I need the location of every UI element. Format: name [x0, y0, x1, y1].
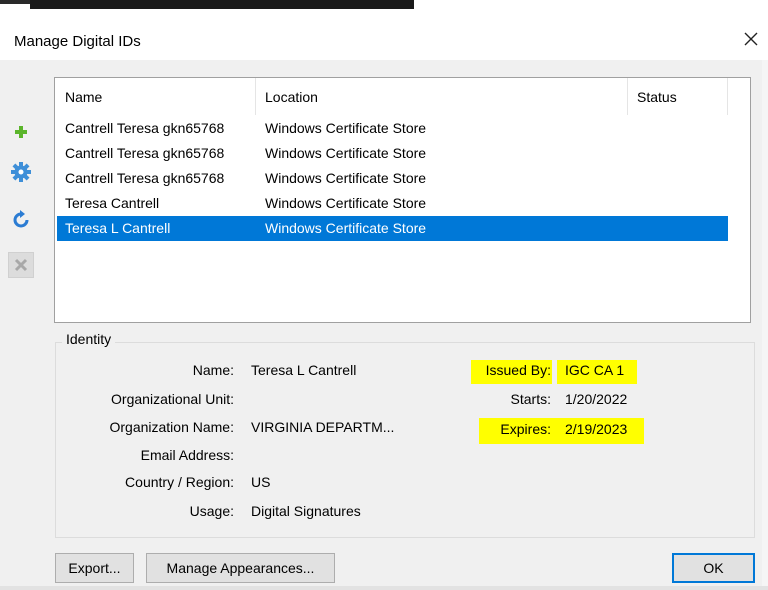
- list-item[interactable]: Cantrell Teresa gkn65768 Windows Certifi…: [57, 116, 728, 141]
- id-name: Cantrell Teresa gkn65768: [65, 170, 225, 186]
- issued-by-label: Issued By:: [485, 362, 551, 378]
- id-name: Cantrell Teresa gkn65768: [65, 145, 225, 161]
- gear-icon: [11, 162, 31, 182]
- add-id-button[interactable]: [8, 119, 34, 145]
- expires-value: 2/19/2023: [565, 421, 628, 437]
- id-name: Teresa Cantrell: [65, 195, 160, 211]
- refresh-icon: [13, 210, 29, 228]
- column-header-location[interactable]: Location: [255, 78, 627, 115]
- name-label: Name:: [192, 362, 234, 378]
- org-name-value: VIRGINIA DEPARTM...: [251, 419, 395, 435]
- country-label: Country / Region:: [125, 474, 234, 490]
- id-location: Windows Certificate Store: [265, 220, 427, 236]
- id-location: Windows Certificate Store: [265, 170, 427, 186]
- dialog-title: Manage Digital IDs: [14, 33, 141, 50]
- list-item[interactable]: Cantrell Teresa gkn65768 Windows Certifi…: [57, 141, 728, 166]
- email-label: Email Address:: [140, 447, 234, 463]
- refresh-button[interactable]: [8, 207, 34, 233]
- export-button[interactable]: Export...: [55, 553, 134, 583]
- org-unit-label: Organizational Unit:: [111, 391, 234, 407]
- digital-id-list[interactable]: Name Location Status Cantrell Teresa gkn…: [54, 77, 751, 323]
- usage-value: Digital Signatures: [251, 503, 361, 519]
- settings-button[interactable]: [8, 159, 34, 185]
- list-item[interactable]: Teresa Cantrell Windows Certificate Stor…: [57, 191, 728, 216]
- starts-value: 1/20/2022: [565, 391, 628, 407]
- close-icon[interactable]: [740, 28, 762, 50]
- identity-group: [55, 342, 755, 538]
- id-location: Windows Certificate Store: [265, 145, 427, 161]
- usage-label: Usage:: [189, 503, 234, 519]
- remove-button[interactable]: [8, 252, 34, 278]
- column-header-status[interactable]: Status: [627, 78, 727, 115]
- list-item-selected[interactable]: Teresa L Cantrell Windows Certificate St…: [57, 216, 728, 241]
- id-location: Windows Certificate Store: [265, 195, 427, 211]
- manage-appearances-button[interactable]: Manage Appearances...: [146, 553, 335, 583]
- id-location: Windows Certificate Store: [265, 120, 427, 136]
- background-window-strip: [0, 0, 768, 14]
- id-name: Cantrell Teresa gkn65768: [65, 120, 225, 136]
- name-value: Teresa L Cantrell: [251, 362, 357, 378]
- ok-button[interactable]: OK: [672, 553, 755, 583]
- list-item[interactable]: Cantrell Teresa gkn65768 Windows Certifi…: [57, 166, 728, 191]
- org-name-label: Organization Name:: [109, 419, 234, 435]
- starts-label: Starts:: [510, 391, 551, 407]
- add-icon: [15, 126, 27, 138]
- identity-legend: Identity: [62, 331, 116, 347]
- list-header: Name Location Status: [55, 78, 750, 115]
- issued-by-value: IGC CA 1: [565, 362, 625, 378]
- expires-label: Expires:: [500, 421, 551, 437]
- country-value: US: [251, 474, 271, 490]
- id-name: Teresa L Cantrell: [65, 220, 171, 236]
- remove-icon: [14, 258, 28, 272]
- column-header-name[interactable]: Name: [55, 78, 255, 115]
